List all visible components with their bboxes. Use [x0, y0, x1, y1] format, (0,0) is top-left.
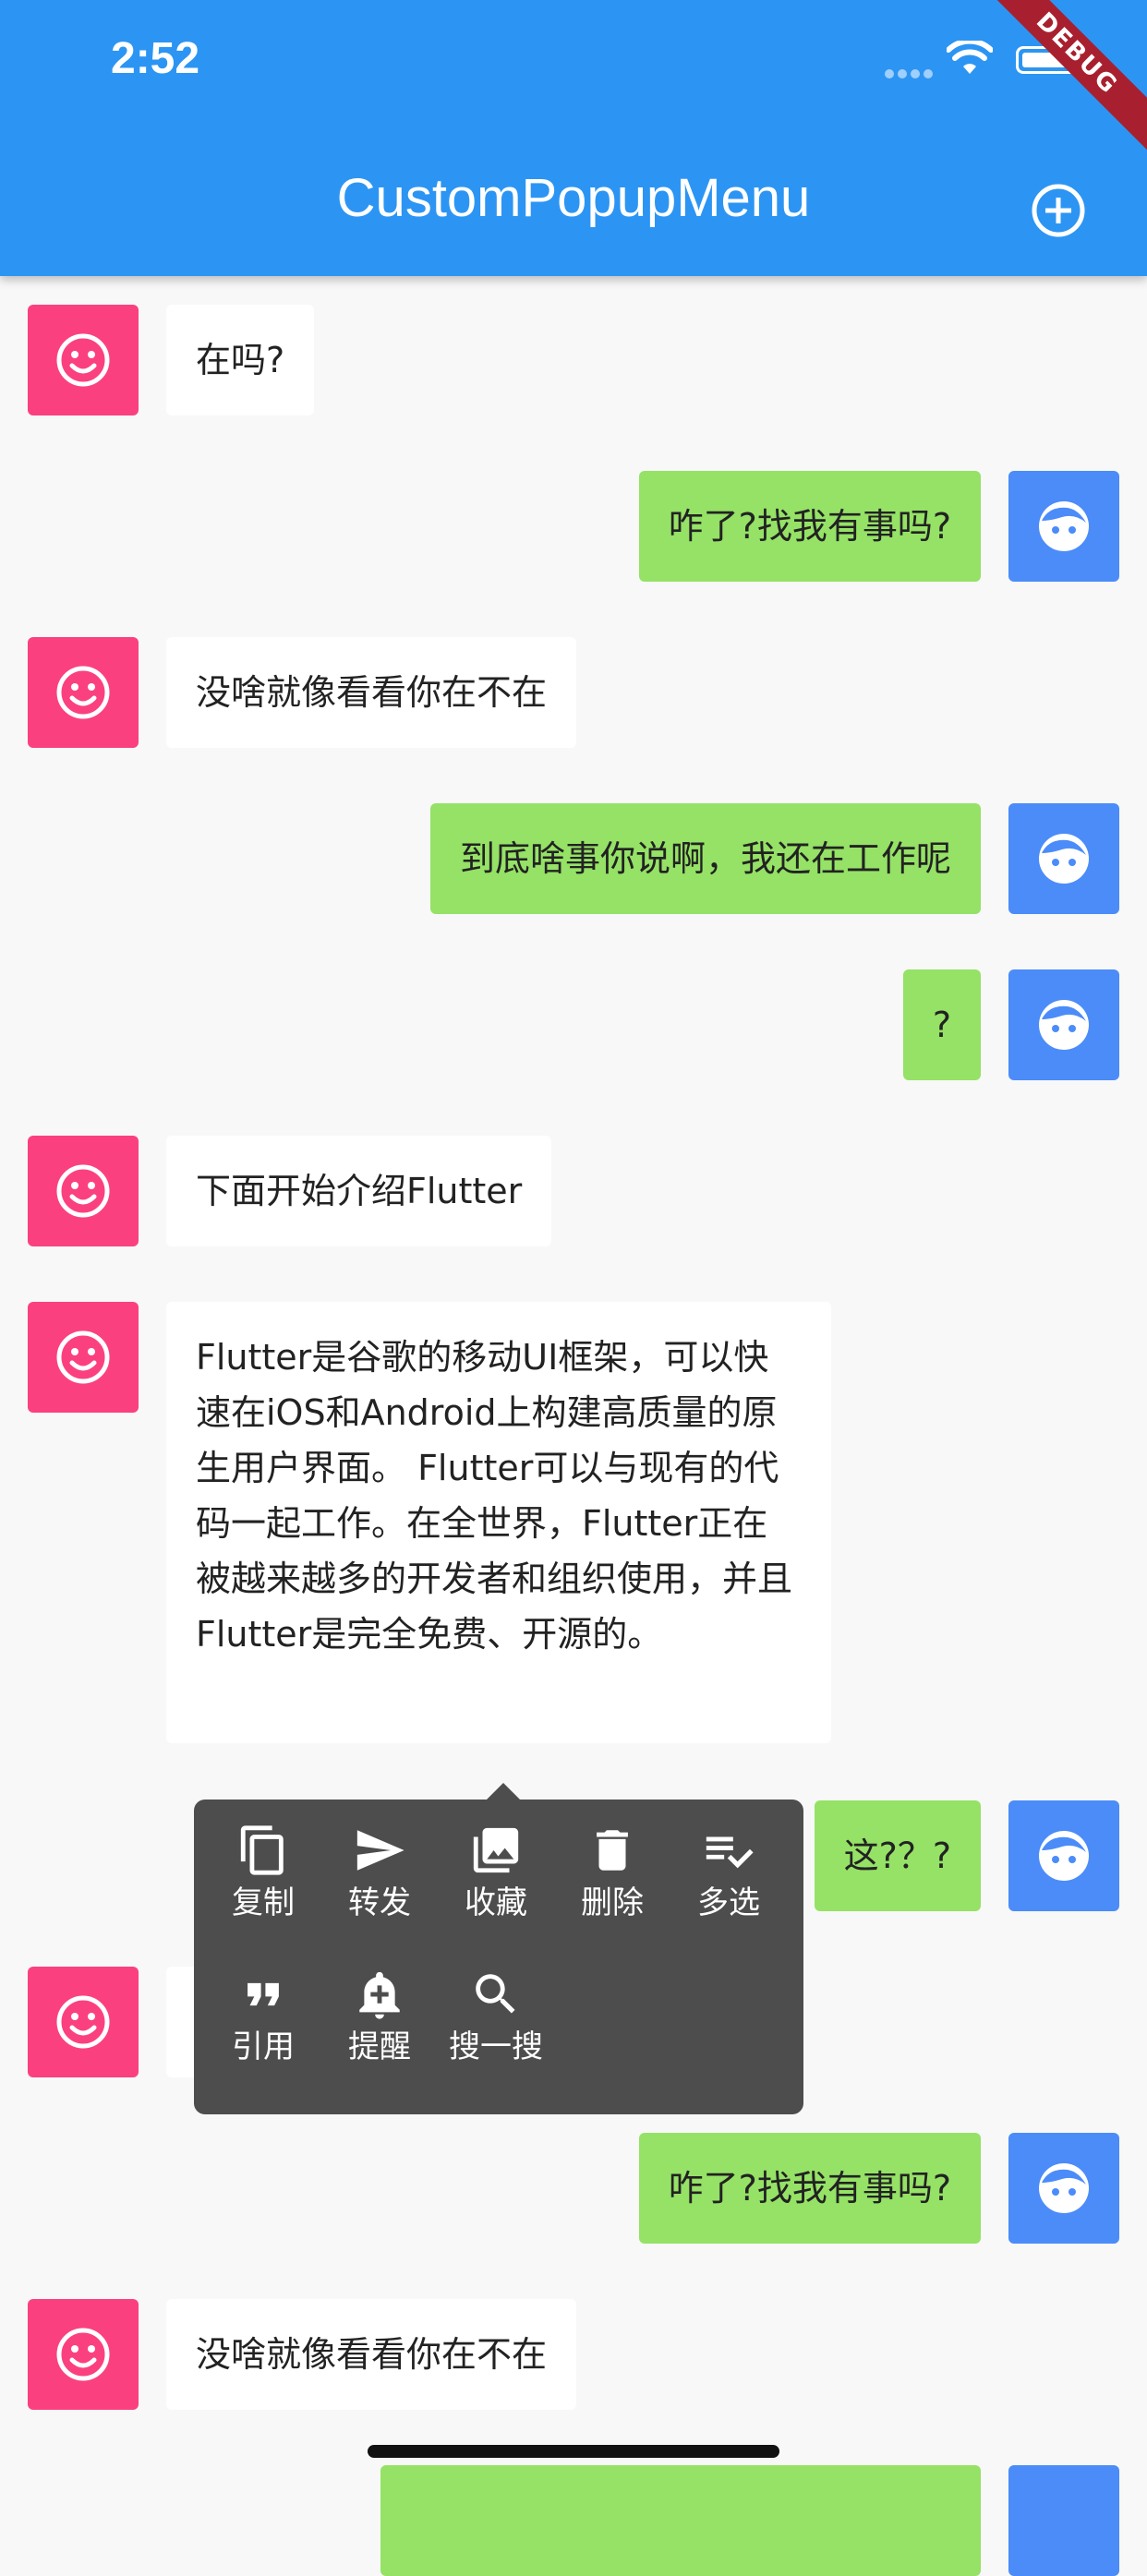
add-alert-icon — [359, 1971, 400, 2019]
avatar[interactable] — [28, 305, 139, 415]
avatar[interactable] — [1008, 969, 1119, 1080]
message-bubble[interactable]: 没啥就像看看你在不在 — [166, 2299, 577, 2410]
message-bubble[interactable]: 咋了?找我有事吗? — [638, 471, 981, 582]
message-bubble[interactable]: 在吗? — [166, 305, 315, 415]
add-circle-icon[interactable] — [1025, 177, 1092, 244]
message-bubble[interactable] — [380, 2465, 981, 2576]
collections-icon — [473, 1827, 519, 1873]
avatar[interactable] — [1008, 2465, 1119, 2576]
message-bubble[interactable]: ? — [902, 969, 981, 1080]
message-bubble[interactable]: Flutter是谷歌的移动UI框架，可以快速在iOS和Android上构建高质量… — [166, 1302, 831, 1743]
menu-item-label: 转发 — [348, 1884, 411, 1921]
menu-item-label: 搜一搜 — [449, 2028, 543, 2065]
page-title: CustomPopupMenu — [336, 168, 811, 228]
cellular-signal-icon — [885, 65, 936, 82]
avatar[interactable] — [1008, 803, 1119, 914]
menu-item-forward[interactable]: 转发 — [321, 1824, 438, 1923]
smiley-icon — [56, 333, 110, 387]
message-bubble[interactable]: 到底啥事你说啊，我还在工作呢 — [429, 803, 981, 914]
menu-item-label: 收藏 — [465, 1884, 527, 1921]
debug-banner: DEBUG — [981, 0, 1147, 166]
avatar[interactable] — [28, 1136, 139, 1246]
popup-menu: 复制 转发 收藏 删除 多选 引用 提醒 搜一搜 — [194, 1800, 803, 2114]
format-quote-icon — [248, 1982, 279, 2006]
smiley-icon — [56, 666, 110, 719]
message-bubble[interactable]: 这?？? — [814, 1800, 981, 1911]
smiley-icon — [56, 1330, 110, 1384]
home-indicator[interactable] — [368, 2445, 779, 2458]
message-bubble[interactable]: 下面开始介绍Flutter — [166, 1136, 552, 1246]
avatar[interactable] — [28, 1302, 139, 1413]
menu-item-label: 提醒 — [348, 2028, 411, 2065]
copy-icon — [240, 1825, 284, 1875]
menu-item-multiselect[interactable]: 多选 — [670, 1824, 787, 1923]
menu-item-search[interactable]: 搜一搜 — [438, 1968, 554, 2067]
search-icon — [476, 1974, 515, 2014]
face-icon — [1039, 1000, 1089, 1050]
menu-item-label: 多选 — [697, 1884, 760, 1921]
send-icon — [356, 1830, 404, 1871]
face-icon — [1039, 1831, 1089, 1881]
menu-item-copy[interactable]: 复制 — [205, 1824, 321, 1923]
avatar[interactable] — [28, 637, 139, 748]
message-bubble[interactable]: 没啥就像看看你在不在 — [166, 637, 577, 748]
menu-item-delete[interactable]: 删除 — [554, 1824, 670, 1923]
avatar[interactable] — [1008, 2133, 1119, 2244]
smiley-icon — [56, 2328, 110, 2381]
menu-item-label: 引用 — [232, 2028, 295, 2065]
face-icon — [1039, 834, 1089, 884]
smiley-icon — [56, 1164, 110, 1218]
menu-item-favorite[interactable]: 收藏 — [438, 1824, 554, 1923]
status-time: 2:52 — [111, 34, 200, 83]
avatar[interactable] — [28, 2299, 139, 2410]
avatar[interactable] — [1008, 1800, 1119, 1911]
smiley-icon — [56, 1995, 110, 2049]
menu-item-label: 删除 — [581, 1884, 644, 1921]
menu-item-remind[interactable]: 提醒 — [321, 1968, 438, 2067]
avatar[interactable] — [1008, 471, 1119, 582]
popup-menu-arrow — [485, 1783, 522, 1801]
menu-item-label: 复制 — [232, 1884, 295, 1921]
menu-item-quote[interactable]: 引用 — [205, 1968, 321, 2067]
face-icon — [1039, 501, 1089, 551]
message-bubble[interactable]: 咋了?找我有事吗? — [638, 2133, 981, 2244]
playlist-check-icon — [706, 1836, 754, 1869]
avatar[interactable] — [28, 1967, 139, 2077]
app-bar: 2:52 CustomPopupMenu — [0, 0, 1147, 276]
delete-icon — [597, 1830, 628, 1871]
face-icon — [1039, 2163, 1089, 2213]
